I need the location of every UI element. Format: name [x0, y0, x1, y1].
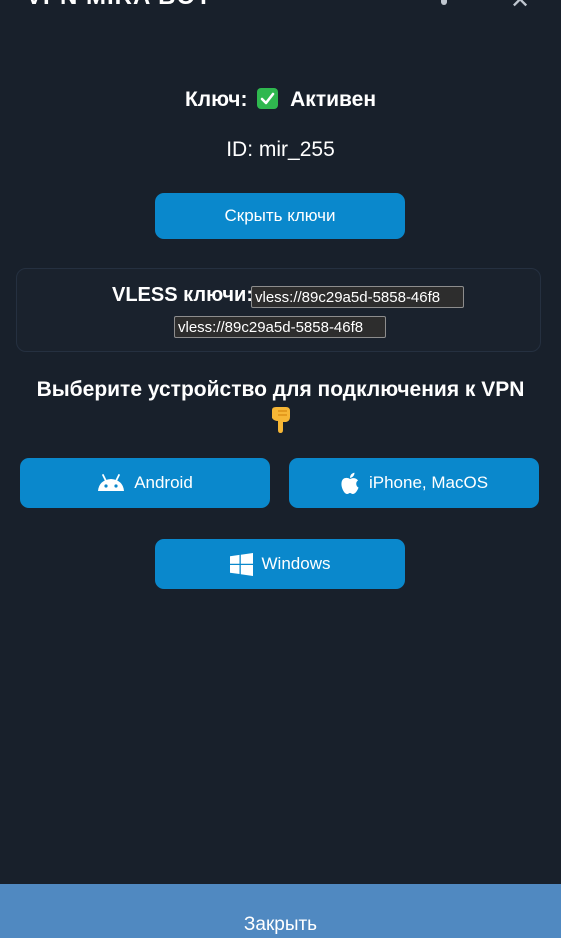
pointing-down-hand-icon	[271, 407, 290, 433]
key-status: Ключ: Активен	[0, 88, 561, 112]
vless-keys-panel: VLESS ключи:	[16, 268, 541, 352]
app-title: VPN MIRA BOT	[26, 0, 212, 11]
hide-keys-button[interactable]: Скрыть ключи	[155, 193, 405, 239]
iphone-macos-label: iPhone, MacOS	[368, 473, 489, 492]
vless-keys-label: VLESS ключи:	[112, 284, 253, 306]
windows-label: Windows	[261, 554, 331, 573]
check-icon	[257, 88, 279, 109]
iphone-macos-button[interactable]: iPhone, MacOS	[289, 458, 539, 508]
more-menu-icon[interactable]	[441, 0, 447, 5]
key-status-value: Активен	[290, 88, 377, 111]
device-prompt: Выберите устройство для подключения к VP…	[0, 376, 561, 434]
windows-icon	[229, 552, 253, 576]
key-status-label: Ключ:	[184, 88, 248, 111]
android-label: Android	[134, 473, 193, 492]
account-id: ID: mir_255	[226, 138, 335, 161]
device-prompt-text: Выберите устройство для подключения к VP…	[36, 378, 525, 401]
android-icon	[97, 474, 125, 492]
vless-key-field-2[interactable]	[174, 316, 386, 338]
vless-key-field-1[interactable]	[251, 286, 464, 308]
top-bar: VPN MIRA BOT ✕	[0, 0, 561, 12]
windows-button[interactable]: Windows	[155, 539, 405, 589]
apple-icon	[340, 472, 360, 495]
close-button[interactable]: Закрыть	[0, 884, 561, 938]
close-label: Закрыть	[243, 914, 318, 935]
hide-keys-label: Скрыть ключи	[224, 206, 336, 225]
close-icon[interactable]: ✕	[510, 0, 530, 12]
android-button[interactable]: Android	[20, 458, 270, 508]
